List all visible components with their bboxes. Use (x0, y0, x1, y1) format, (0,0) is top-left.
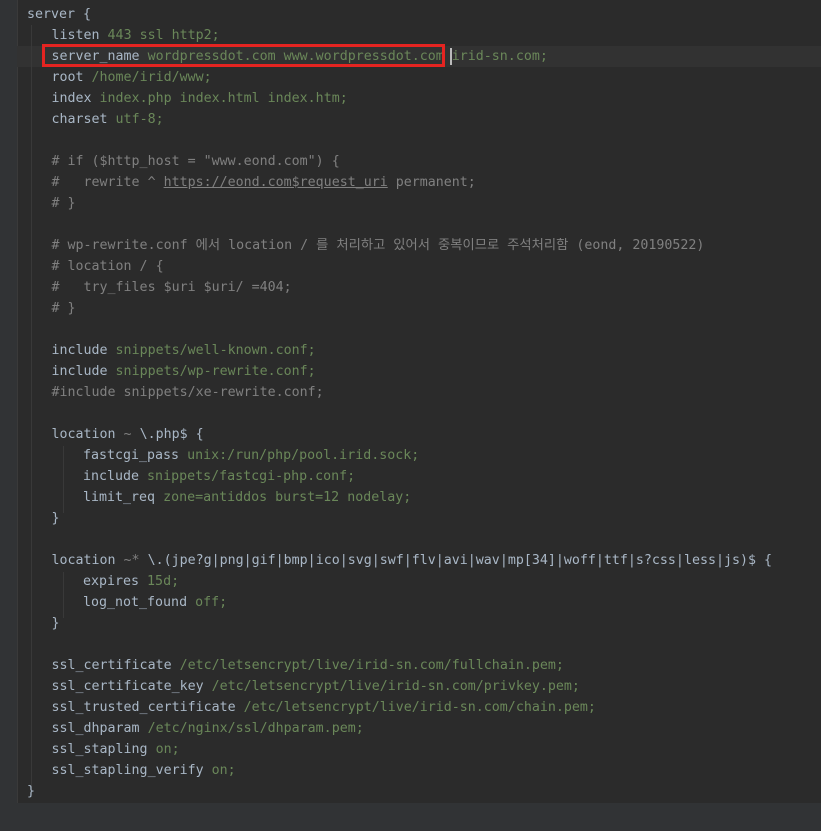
code-line[interactable] (27, 130, 772, 151)
code-line[interactable] (27, 319, 772, 340)
code-line[interactable]: listen 443 ssl http2; (27, 25, 772, 46)
code-token: 443 ssl http2; (99, 28, 220, 43)
code-token: location (51, 553, 116, 568)
code-token: log_not_found (83, 595, 188, 610)
code-token: #include snippets/xe-rewrite.conf; (51, 385, 324, 400)
code-line[interactable]: include snippets/fastcgi-php.conf; (27, 466, 772, 487)
code-token: include (83, 469, 140, 484)
code-token: # rewrite ^ (51, 175, 164, 190)
code-token: ~* (115, 553, 148, 568)
code-line[interactable]: } (27, 613, 772, 634)
code-line[interactable]: } (27, 508, 772, 529)
code-line[interactable]: #include snippets/xe-rewrite.conf; (27, 382, 772, 403)
code-token: https://eond.com$request_uri (163, 175, 388, 190)
code-line[interactable]: server { (27, 4, 772, 25)
code-line[interactable]: } (27, 781, 772, 802)
code-line[interactable]: # wp-rewrite.conf 에서 location / 를 처리하고 있… (27, 235, 772, 256)
code-line[interactable]: ssl_certificate_key /etc/letsencrypt/liv… (27, 676, 772, 697)
code-token: ssl_dhparam (51, 721, 140, 736)
code-token: # wp-rewrite.conf 에서 location / 를 처리하고 있… (51, 238, 705, 253)
code-token: /etc/letsencrypt/live/irid-sn.com/fullch… (171, 658, 564, 673)
code-line[interactable]: charset utf-8; (27, 109, 772, 130)
code-line[interactable]: location ~ \.php$ { (27, 424, 772, 445)
code-token: server (27, 7, 76, 22)
code-line[interactable]: # rewrite ^ https://eond.com$request_uri… (27, 172, 772, 193)
code-token: on; (203, 763, 236, 778)
code-token: ssl_certificate_key (51, 679, 204, 694)
code-token: /etc/nginx/ssl/dhparam.pem; (139, 721, 364, 736)
code-token: include (51, 364, 108, 379)
code-token: } (27, 784, 36, 799)
code-line[interactable]: root /home/irid/www; (27, 67, 772, 88)
code-token: \.(jpe?g|png|gif|bmp|ico|svg|swf|flv|avi… (147, 553, 772, 568)
code-token: } (51, 616, 60, 631)
code-line[interactable] (27, 214, 772, 235)
code-token: ~ (115, 427, 140, 442)
code-token: limit_req (83, 490, 156, 505)
code-token: charset (51, 112, 108, 127)
code-line[interactable]: # location / { (27, 256, 772, 277)
code-token: /etc/letsencrypt/live/irid-sn.com/chain.… (235, 700, 596, 715)
code-token: # if ($http_host = "www.eond.com") { (51, 154, 340, 169)
code-token: index.php index.html index.htm; (91, 91, 348, 106)
code-line[interactable]: location ~* \.(jpe?g|png|gif|bmp|ico|svg… (27, 550, 773, 571)
code-token: unix:/run/php/pool.irid.sock; (179, 448, 420, 463)
code-token: index (51, 91, 92, 106)
editor-bottom-area (17, 803, 821, 831)
code-token: snippets/fastcgi-php.conf; (139, 469, 356, 484)
code-token: off; (187, 595, 228, 610)
code-token: 15d; (139, 574, 180, 589)
code-token: \.php$ { (139, 427, 204, 442)
code-token: fastcgi_pass (83, 448, 180, 463)
code-line[interactable]: # try_files $uri $uri/ =404; (27, 277, 772, 298)
code-line[interactable]: log_not_found off; (27, 592, 772, 613)
code-line[interactable] (27, 403, 772, 424)
code-line[interactable]: ssl_certificate /etc/letsencrypt/live/ir… (27, 655, 772, 676)
code-line[interactable]: include snippets/well-known.conf; (27, 340, 772, 361)
code-token: # location / { (51, 259, 164, 274)
code-line[interactable]: ssl_stapling on; (27, 739, 772, 760)
code-line[interactable]: ssl_dhparam /etc/nginx/ssl/dhparam.pem; (27, 718, 772, 739)
code-token: include (51, 343, 108, 358)
code-line[interactable] (27, 529, 772, 550)
code-token: zone=antiddos burst=12 nodelay; (155, 490, 412, 505)
code-line[interactable]: fastcgi_pass unix:/run/php/pool.irid.soc… (27, 445, 772, 466)
code-token: /home/irid/www; (83, 70, 212, 85)
code-token: listen (51, 28, 100, 43)
code-token: ssl_stapling (51, 742, 148, 757)
text-caret (450, 48, 452, 65)
code-token: } (51, 511, 60, 526)
code-line[interactable]: # } (27, 298, 772, 319)
code-token: { (75, 7, 92, 22)
code-line[interactable] (27, 634, 772, 655)
code-token: ssl_stapling_verify (51, 763, 204, 778)
code-token: # } (51, 196, 76, 211)
code-token: ssl_certificate (51, 658, 172, 673)
code-line[interactable]: index index.php index.html index.htm; (27, 88, 772, 109)
code-line[interactable]: expires 15d; (27, 571, 772, 592)
code-token: /etc/letsencrypt/live/irid-sn.com/privke… (203, 679, 580, 694)
code-line[interactable]: ssl_stapling_verify on; (27, 760, 772, 781)
code-line[interactable]: ssl_trusted_certificate /etc/letsencrypt… (27, 697, 772, 718)
editor-gutter (0, 0, 18, 831)
code-token: on; (147, 742, 180, 757)
code-token: snippets/well-known.conf; (107, 343, 316, 358)
code-token: expires (83, 574, 140, 589)
code-line[interactable]: # if ($http_host = "www.eond.com") { (27, 151, 772, 172)
code-token: permanent; (387, 175, 476, 190)
code-editor[interactable]: server {listen 443 ssl http2; server_name… (0, 0, 821, 831)
code-token: ssl_trusted_certificate (51, 700, 236, 715)
annotation-highlight-box (42, 44, 445, 67)
code-line[interactable]: limit_req zone=antiddos burst=12 nodelay… (27, 487, 772, 508)
code-line[interactable]: # } (27, 193, 772, 214)
code-line[interactable]: include snippets/wp-rewrite.conf; (27, 361, 772, 382)
code-token: location (51, 427, 116, 442)
code-token: # try_files $uri $uri/ =404; (51, 280, 292, 295)
code-token: utf-8; (107, 112, 164, 127)
code-token: snippets/wp-rewrite.conf; (107, 364, 316, 379)
code-token: root (51, 70, 84, 85)
code-content[interactable]: server {listen 443 ssl http2; server_name… (27, 4, 772, 802)
code-token: # } (51, 301, 76, 316)
